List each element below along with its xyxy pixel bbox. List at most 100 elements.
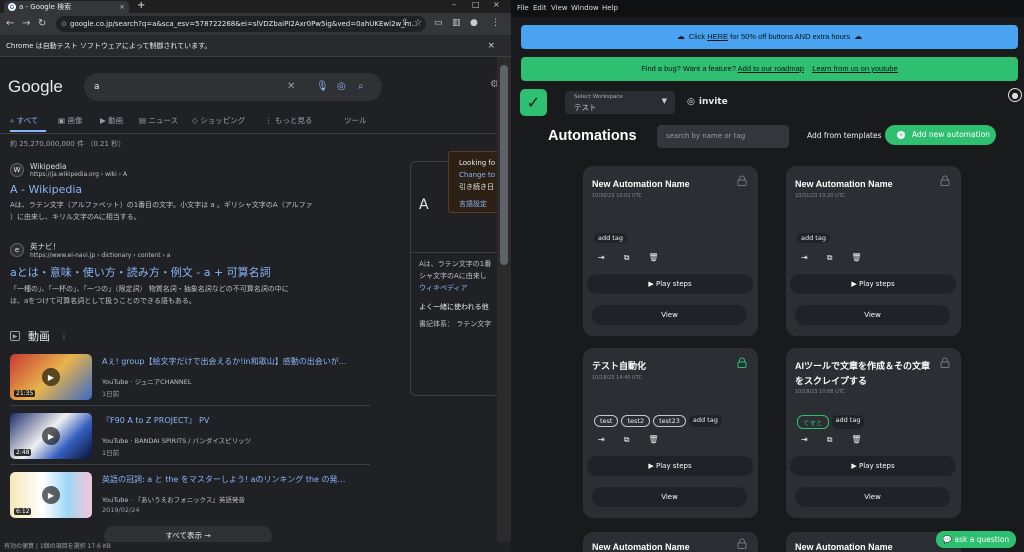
result-source[interactable]: e 英ナビ！ https://www.ei-navi.jp › dictiona… [10,241,345,259]
view-button[interactable]: View [592,305,747,325]
lock-icon[interactable] [737,538,747,549]
add-new-automation-button[interactable]: + Add new automation [885,125,996,145]
menu-file[interactable]: File [517,4,529,12]
card-title[interactable]: New Automation Name [795,177,935,192]
more-options-icon[interactable]: ⋮ [60,332,68,341]
search-input[interactable]: search by name or tag [657,125,789,148]
ask-question-button[interactable]: 💬 ask a question [936,531,1016,548]
card-title[interactable]: AIツールで文章を作成＆その文章をスクレイプする [795,359,935,389]
tab-news[interactable]: ▤ ニュース [139,115,178,126]
video-title-link[interactable]: 英語の冠詞: a と the をマスターしよう! aのリンキング the の発… [102,474,346,485]
video-title-link[interactable]: Aぇ! group【絵文字だけで出会えるか!in和歌山】感動の出会いが… [102,356,347,367]
duplicate-icon[interactable]: ⧉ [827,253,833,263]
view-button[interactable]: View [795,305,950,325]
export-icon[interactable]: ⇥ [598,435,605,445]
google-logo[interactable]: Google [8,77,63,97]
menu-help[interactable]: Help [602,4,618,12]
unlocked-icon[interactable] [737,357,747,368]
video-thumbnail[interactable]: ▶ 6:12 [10,472,92,518]
back-icon[interactable]: ← [6,18,14,29]
play-steps-button[interactable]: ▶ Play steps [790,456,956,476]
trash-icon[interactable]: 🗑 [851,435,861,445]
tab-more[interactable]: ⋮ もっと見る [265,115,312,126]
result-source[interactable]: W Wikipedia https://ja.wikipedia.org › w… [10,162,345,178]
trash-icon[interactable]: 🗑 [851,253,861,263]
menu-view[interactable]: View [551,4,568,12]
page-scrollbar[interactable] [497,57,511,542]
export-icon[interactable]: ⇥ [598,253,605,263]
maximize-icon[interactable]: □ [472,0,480,9]
tag-chip[interactable]: test [594,415,619,427]
play-steps-button[interactable]: ▶ Play steps [587,456,753,476]
account-icon[interactable]: ● [1008,88,1022,102]
search-icon[interactable]: ⌕ [358,73,364,101]
show-all-videos-button[interactable]: すべて表示 → [104,526,272,542]
site-info-icon[interactable]: ⊙ [61,16,67,32]
card-title[interactable]: New Automation Name [592,177,732,192]
lens-search-icon[interactable]: ◎ [337,73,346,101]
promo-link[interactable]: HERE [707,32,728,41]
tab-all[interactable]: ⌕ すべて [10,115,38,126]
reload-icon[interactable]: ↻ [38,18,46,29]
extensions-icon[interactable]: ▭ [434,18,443,28]
forward-icon[interactable]: → [22,18,30,29]
video-title-link[interactable]: 『F90 A to Z PROJECT』 PV [102,415,209,426]
video-result[interactable]: ▶ 2:48 『F90 A to Z PROJECT』 PV YouTube ·… [10,413,370,467]
card-title[interactable]: テスト自動化 [592,359,732,374]
side-panel-icon[interactable]: ▥ [452,18,461,28]
clear-search-icon[interactable]: ✕ [287,73,295,101]
settings-gear-icon[interactable]: ⚙ [490,79,497,90]
app-logo-icon[interactable]: ✓ [520,89,547,116]
scrollbar-thumb[interactable] [500,65,508,265]
trash-icon[interactable]: 🗑 [648,435,658,445]
tab-tools[interactable]: ツール [344,115,367,126]
lock-icon[interactable] [940,357,950,368]
duplicate-icon[interactable]: ⧉ [827,435,833,445]
duplicate-icon[interactable]: ⧉ [624,435,630,445]
tab-images[interactable]: ▣ 画像 [58,115,82,126]
add-tag-button[interactable]: add tag [688,415,722,427]
close-tab-icon[interactable]: × [119,3,125,11]
close-window-icon[interactable]: × [493,0,500,9]
video-result[interactable]: ▶ 6:12 英語の冠詞: a と the をマスターしよう! aのリンキング … [10,472,370,526]
search-input[interactable]: a ✕ 🎙 ◎ ⌕ [84,73,382,101]
lock-icon[interactable] [737,175,747,186]
video-thumbnail[interactable]: ▶ 2:48 [10,413,92,459]
tab-videos[interactable]: ▶ 動画 [100,115,123,126]
profile-icon[interactable]: ● [470,18,478,28]
popup-language-settings-link[interactable]: 言語設定 [459,198,497,210]
video-thumbnail[interactable]: ▶ 21:35 [10,354,92,400]
youtube-link[interactable]: Learn from us on youtube [812,64,897,73]
browser-tab[interactable]: G a - Google 検索 × [4,1,129,13]
address-bar[interactable]: ⊙ google.co.jp/search?q=a&sca_esv=578722… [56,16,426,32]
promo-banner[interactable]: ☁ Click HERE for 50% off buttons AND extr… [521,25,1018,49]
view-button[interactable]: View [592,487,747,507]
tab-shopping[interactable]: ◇ ショッピング [192,115,245,126]
new-tab-button[interactable]: + [137,0,145,11]
tag-chip[interactable]: test23 [653,415,686,427]
tag-chip[interactable]: test2 [621,415,651,427]
play-steps-button[interactable]: ▶ Play steps [790,274,956,294]
video-result[interactable]: ▶ 21:35 Aぇ! group【絵文字だけで出会えるか!in和歌山】感動の出… [10,354,370,408]
add-from-templates-button[interactable]: Add from templates [807,131,882,140]
minimize-icon[interactable]: – [452,0,456,9]
popup-change-link[interactable]: Change to E [459,169,497,181]
invite-button[interactable]: ◎ invite [687,97,728,107]
play-steps-button[interactable]: ▶ Play steps [587,274,753,294]
chrome-menu-icon[interactable]: ⋮ [491,18,500,28]
bookmark-star-icon[interactable]: ☆ [414,18,422,28]
export-icon[interactable]: ⇥ [801,253,808,263]
card-title[interactable]: New Automation Name [795,540,935,552]
result-title-link[interactable]: A - Wikipedia [10,183,345,196]
roadmap-link[interactable]: Add to our roadmap [738,64,804,73]
workspace-select[interactable]: Select Workspace テスト ▼ [565,91,675,114]
infobar-close-icon[interactable]: × [487,35,495,57]
voice-search-icon[interactable]: 🎙 [316,73,329,101]
view-button[interactable]: View [795,487,950,507]
tag-chip[interactable]: てすと [797,415,829,429]
result-title-link[interactable]: aとは・意味・使い方・読み方・例文 - a + 可算名詞 [10,264,345,280]
trash-icon[interactable]: 🗑 [648,253,658,263]
add-tag-button[interactable]: add tag [594,233,627,243]
card-title[interactable]: New Automation Name [592,540,732,552]
menu-edit[interactable]: Edit [533,4,547,12]
